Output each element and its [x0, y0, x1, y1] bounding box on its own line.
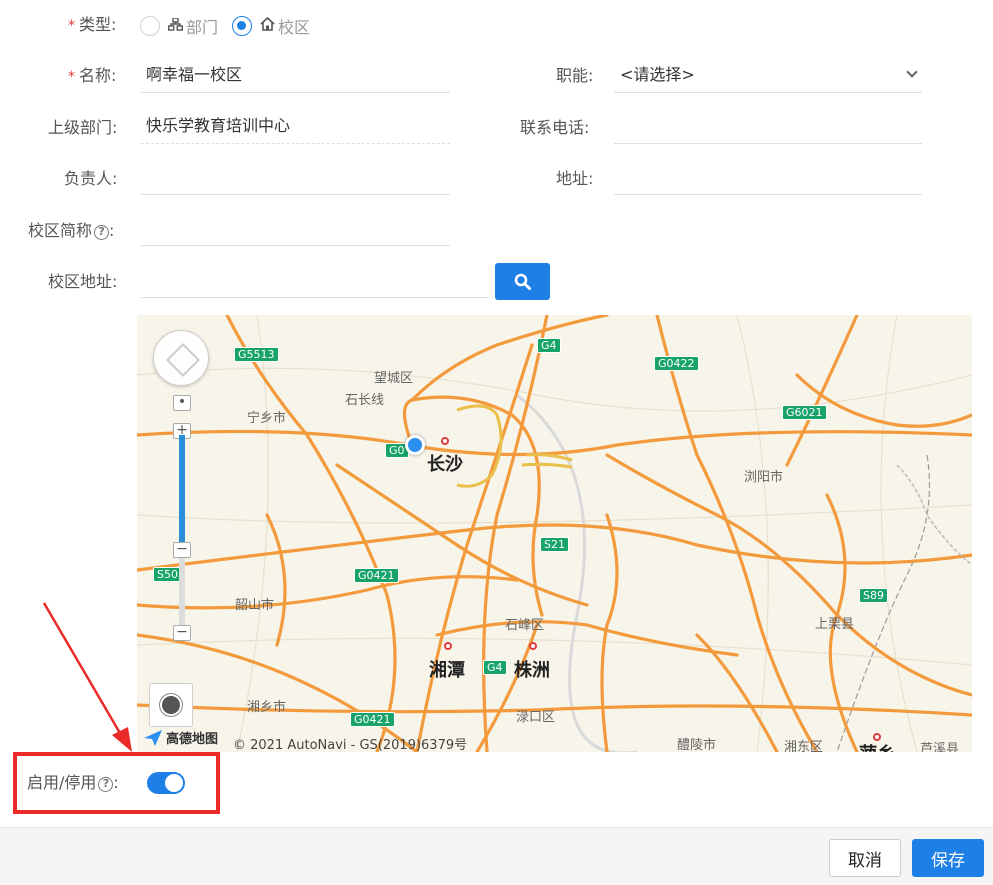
chevron-down-icon	[906, 66, 918, 78]
highway-shield: G4	[483, 660, 507, 675]
type-radio-group: 部门 校区	[140, 14, 324, 38]
radio-circle-checked[interactable]	[232, 16, 253, 36]
zoom-out-button[interactable]: −	[173, 625, 191, 641]
parent-dept-field: 快乐学教育培训中心	[141, 108, 450, 144]
radio-department[interactable]: 部门	[140, 14, 218, 38]
highway-shield: G0422	[654, 356, 699, 371]
map-place-label: 湘东区	[784, 740, 824, 752]
phone-input[interactable]	[614, 108, 922, 144]
zoom-handle[interactable]: −	[173, 542, 191, 558]
address-input[interactable]	[614, 159, 922, 195]
map-place-label: 石峰区	[505, 618, 545, 633]
map-city-label: 长沙	[427, 454, 463, 475]
highway-shield: S21	[540, 537, 569, 552]
highway-shield: S89	[859, 588, 888, 603]
radio-campus-label: 校区	[278, 18, 311, 37]
zoom-reset-button[interactable]: •	[173, 395, 191, 411]
map-pin-icon	[873, 733, 881, 741]
annotation-highlight-box	[13, 752, 220, 814]
zoom-level-fill	[179, 435, 185, 545]
type-label: * 类型:	[68, 15, 117, 34]
function-label: 职能:	[556, 66, 594, 85]
manager-label: 负责人:	[64, 169, 118, 188]
save-button[interactable]: 保存	[912, 839, 984, 877]
map-place-label: 韶山市	[235, 598, 275, 613]
name-label: * 名称:	[68, 66, 117, 85]
campus-address-input[interactable]	[141, 262, 489, 298]
map-place-label: 石长线	[345, 393, 385, 408]
short-name-input[interactable]	[141, 210, 450, 246]
highway-shield: G6021	[782, 405, 827, 420]
org-chart-icon	[167, 16, 184, 35]
phone-label: 联系电话:	[520, 118, 590, 137]
map-roads	[137, 315, 972, 752]
map-place-label: 望城区	[374, 371, 414, 386]
short-name-input-box[interactable]	[146, 210, 450, 245]
parent-dept-label: 上级部门:	[48, 118, 118, 137]
name-input[interactable]: 啊幸福一校区	[141, 57, 450, 93]
current-location-icon	[405, 435, 425, 455]
locate-button[interactable]	[149, 683, 193, 727]
campus-form-page: * 类型: 部门 校区 * 名称: 啊幸福一校区 职能: <请选择> 上级部门: 快…	[0, 0, 993, 885]
map-city-label: 株洲	[514, 660, 550, 681]
amap-logo-icon	[144, 729, 162, 746]
highway-shield: G5513	[234, 347, 279, 362]
map-zoom-control: • + − −	[173, 395, 191, 645]
help-icon[interactable]: ?	[94, 225, 110, 240]
radio-circle[interactable]	[140, 16, 160, 36]
map-place-label: 宁乡市	[247, 411, 287, 426]
map-copyright: © 2021 AutoNavi - GS(2019)6379号	[233, 738, 468, 752]
map-pin-icon	[529, 642, 537, 650]
amap-logo: 高德地图	[143, 728, 218, 747]
manager-input-box[interactable]	[146, 159, 450, 194]
map-place-label: 湘乡市	[247, 700, 287, 715]
short-name-label: 校区简称?:	[28, 221, 115, 240]
home-icon	[260, 16, 275, 35]
map-place-label: 渌口区	[516, 710, 556, 725]
highway-shield: G4	[537, 338, 561, 353]
map-place-label: 芦溪县	[920, 742, 960, 752]
highway-shield: G0421	[354, 568, 399, 583]
map-search-button[interactable]	[495, 263, 550, 300]
function-select[interactable]: <请选择>	[614, 57, 922, 93]
map-city-label: 萍乡	[859, 740, 895, 752]
map-city-label: 湘潭	[429, 660, 465, 681]
highway-shield: G0421	[350, 712, 395, 727]
radio-campus[interactable]: 校区	[232, 14, 310, 38]
map-view[interactable]: G5513 G4 G0422 G6021 G0 S21 S50 G0421 S8…	[137, 315, 972, 752]
campus-address-input-box[interactable]	[146, 262, 489, 297]
address-input-box[interactable]	[619, 159, 922, 194]
phone-input-box[interactable]	[619, 108, 922, 143]
search-icon	[514, 273, 531, 290]
manager-input[interactable]	[141, 159, 450, 195]
map-pin-icon	[444, 642, 452, 650]
map-pin-icon	[441, 437, 449, 445]
radio-department-label: 部门	[186, 18, 219, 37]
campus-address-label: 校区地址:	[48, 272, 118, 291]
cancel-button[interactable]: 取消	[829, 839, 901, 877]
map-place-label: 上栗县	[815, 617, 855, 632]
map-place-label: 醴陵市	[677, 738, 717, 752]
map-pan-control[interactable]	[153, 330, 209, 386]
map-place-label: 浏阳市	[744, 470, 784, 485]
address-label: 地址:	[556, 169, 594, 188]
